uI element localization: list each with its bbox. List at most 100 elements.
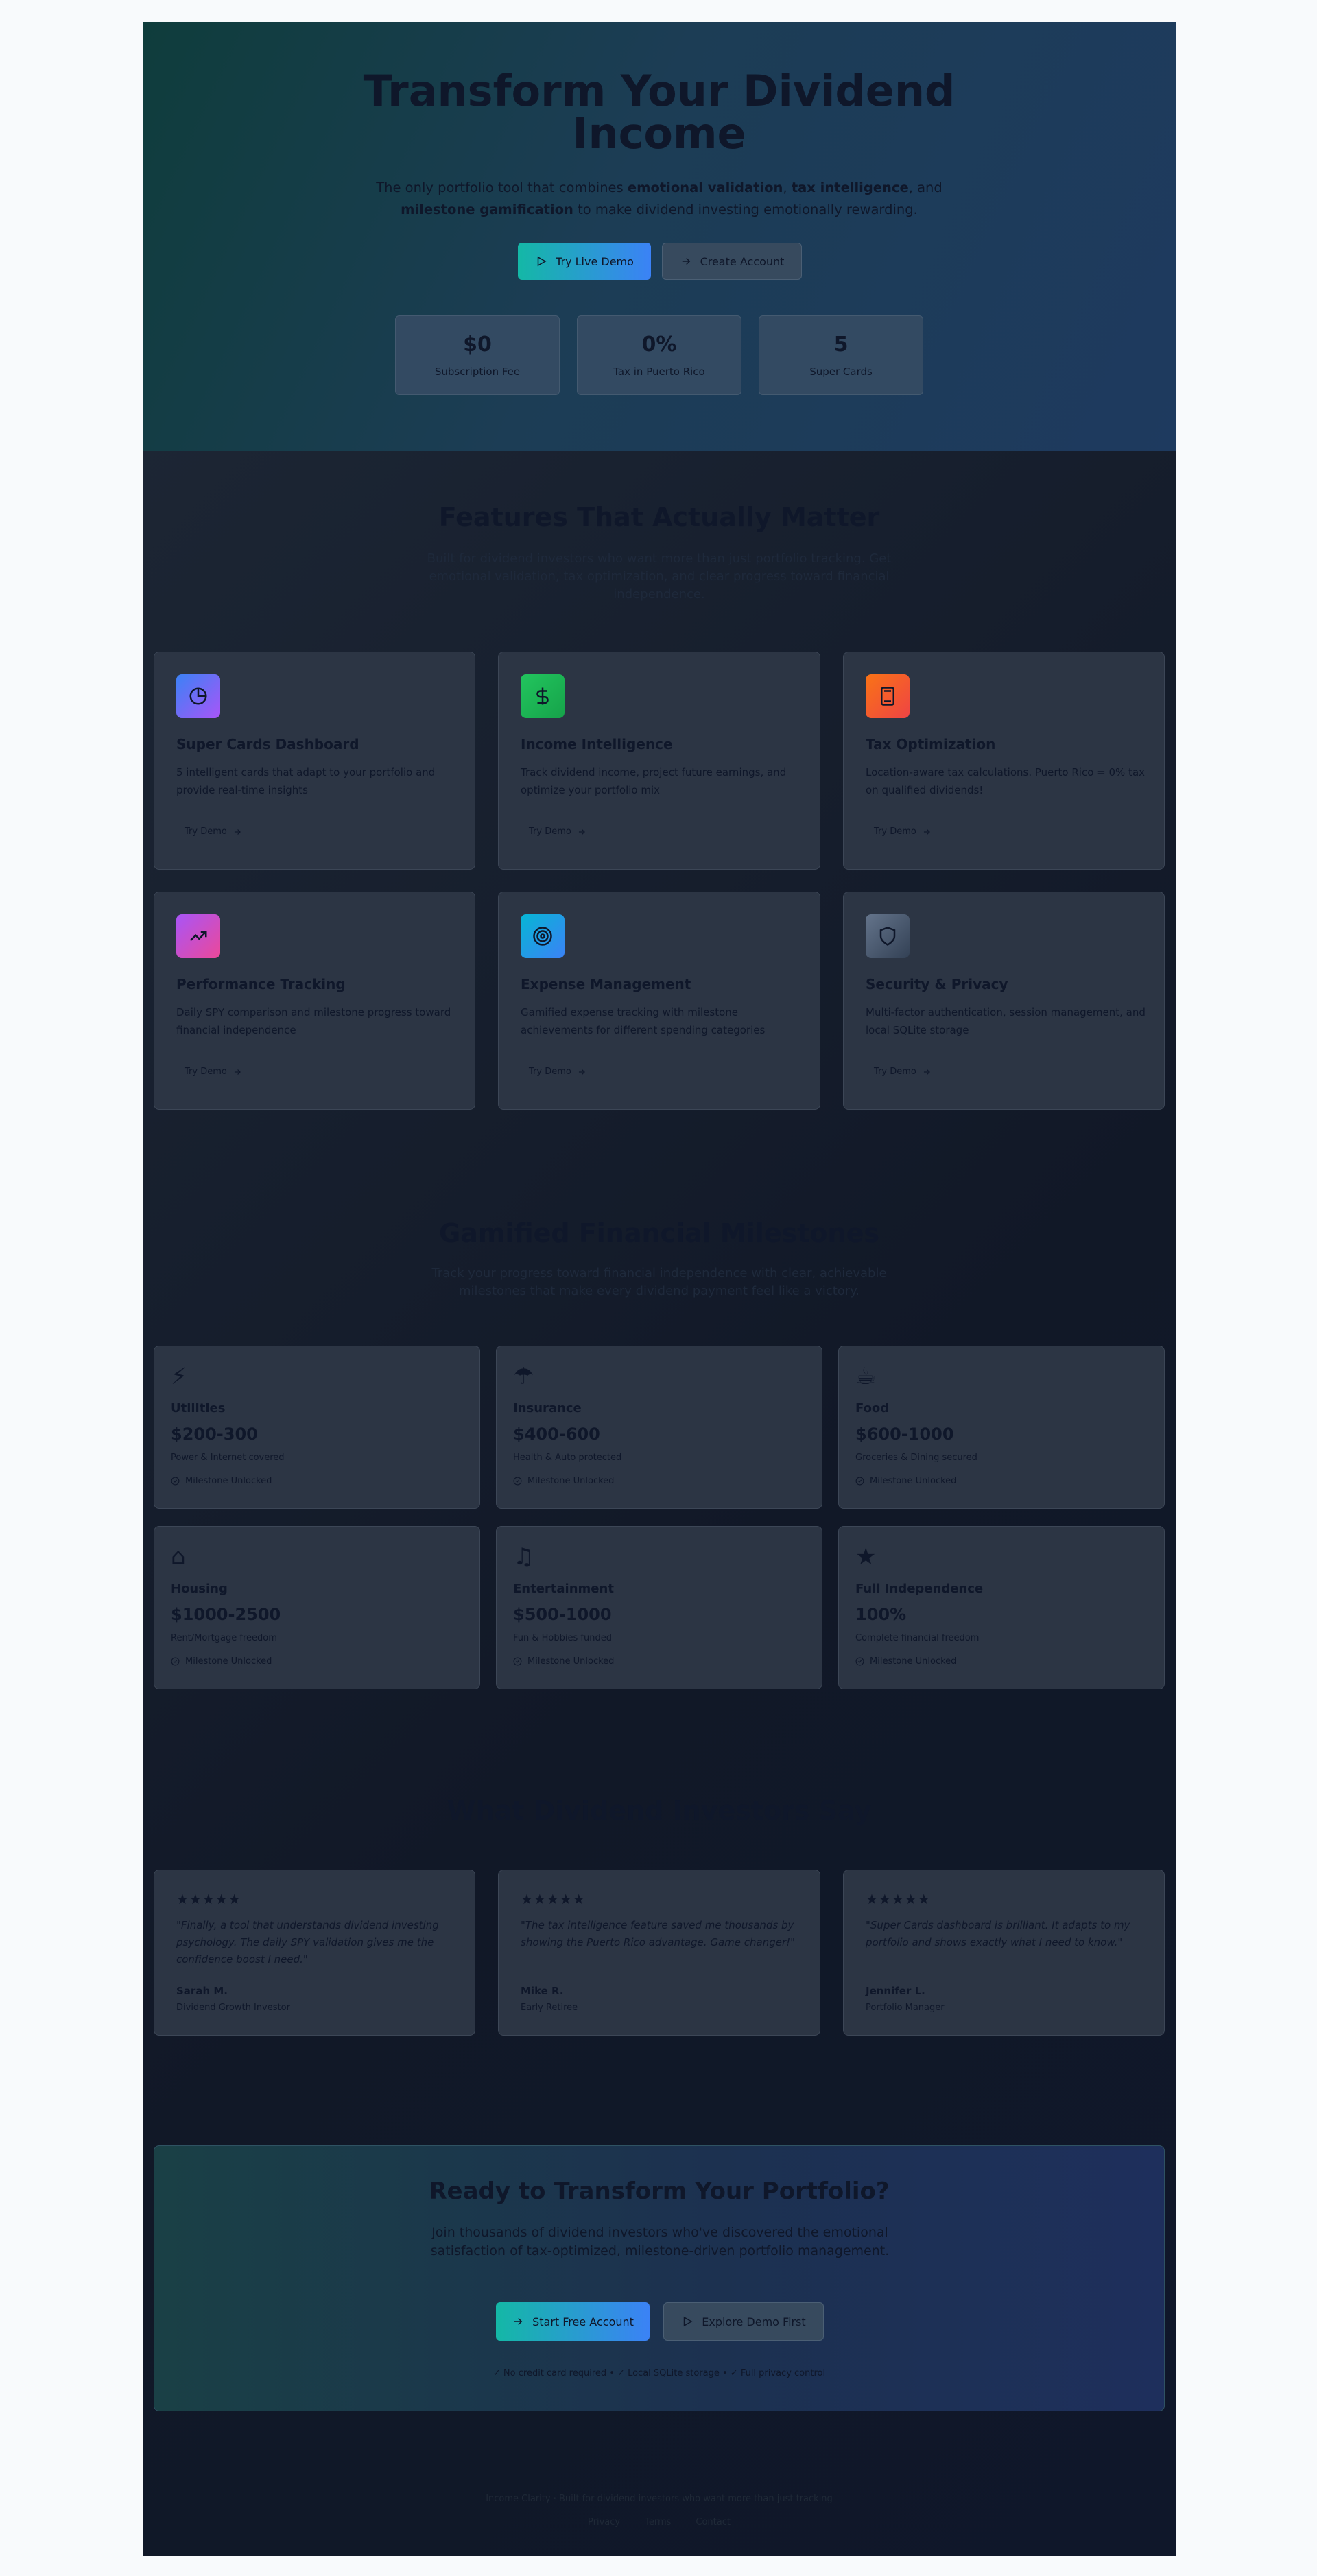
target-icon <box>521 914 565 958</box>
start-free-account-label: Start Free Account <box>532 2315 634 2328</box>
milestone-status-label: Milestone Unlocked <box>870 1476 957 1486</box>
calculator-icon <box>866 674 910 718</box>
entertainment-icon: ♫ <box>513 1543 534 1571</box>
try-demo-link[interactable]: Try Demo <box>185 826 242 837</box>
start-free-account-button[interactable]: Start Free Account <box>496 2302 650 2341</box>
check-circle-icon <box>855 1657 864 1666</box>
milestone-status: Milestone Unlocked <box>855 1656 956 1667</box>
feature-description: Daily SPY comparison and milestone progr… <box>176 1006 451 1036</box>
milestone-title: Insurance <box>513 1401 582 1416</box>
milestone-title: Housing <box>171 1582 228 1596</box>
testimonial-quote: "Finally, a tool that understands divide… <box>176 1919 439 1966</box>
try-demo-label: Try Demo <box>185 1066 227 1077</box>
milestone-description: Rent/Mortgage freedom <box>171 1633 277 1643</box>
milestone-card-utilities: ⚡ Utilities $200-300 Power & Internet co… <box>154 1346 480 1509</box>
milestone-range: $600-1000 <box>855 1424 954 1444</box>
footer-link-privacy[interactable]: Privacy <box>588 2517 620 2527</box>
housing-icon: ⌂ <box>171 1543 186 1571</box>
milestone-status: Milestone Unlocked <box>855 1476 956 1486</box>
play-icon <box>684 2316 693 2327</box>
cta-note: ✓ No credit card required • ✓ Local SQLi… <box>493 2368 826 2378</box>
arrow-right-icon <box>682 257 690 265</box>
feature-description: Multi-factor authentication, session man… <box>866 1006 1146 1036</box>
arrow-right-icon <box>578 828 585 835</box>
testimonial-author: Jennifer L. <box>866 1985 925 1997</box>
feature-title: Super Cards Dashboard <box>176 736 359 752</box>
create-account-label: Create Account <box>700 254 785 268</box>
try-demo-link[interactable]: Try Demo <box>185 1066 242 1077</box>
testimonial-card: ★★★★★ "Super Cards dashboard is brillian… <box>843 1870 1165 2036</box>
hero-subtitle-emphasis: emotional validation <box>627 180 783 195</box>
shield-icon <box>866 914 910 958</box>
footer-link-terms[interactable]: Terms <box>645 2517 671 2527</box>
feature-title: Income Intelligence <box>521 736 673 752</box>
independence-icon: ★ <box>855 1543 877 1571</box>
testimonial-quote: "The tax intelligence feature saved me t… <box>521 1919 796 1948</box>
feature-description: Track dividend income, project future ea… <box>521 766 787 796</box>
check-circle-icon <box>855 1477 864 1486</box>
features-title: Features That Actually Matter <box>438 502 880 532</box>
arrow-right-icon <box>514 2317 523 2326</box>
cta-title: Ready to Transform Your Portfolio? <box>429 2178 890 2205</box>
testimonial-author: Sarah M. <box>176 1985 228 1997</box>
testimonial-role: Dividend Growth Investor <box>176 2003 290 2013</box>
create-account-button[interactable]: Create Account <box>662 243 802 280</box>
try-demo-label: Try Demo <box>874 826 916 837</box>
hero-subtitle-emphasis: milestone gamification <box>401 202 573 217</box>
try-demo-label: Try Demo <box>529 826 571 837</box>
feature-card-security: Security & Privacy Multi-factor authenti… <box>843 892 1165 1110</box>
hero-subtitle: The only portfolio tool that combines em… <box>351 177 968 221</box>
stat-card: 5 Super Cards <box>759 315 923 395</box>
milestone-title: Food <box>855 1401 890 1416</box>
testimonial-quote: "Super Cards dashboard is brilliant. It … <box>866 1919 1130 1948</box>
milestone-description: Groceries & Dining secured <box>855 1453 977 1463</box>
feature-title: Security & Privacy <box>866 976 1008 992</box>
try-demo-label: Try Demo <box>185 826 227 837</box>
milestone-status-label: Milestone Unlocked <box>185 1656 272 1667</box>
star-rating-icon: ★★★★★ <box>521 1891 586 1907</box>
arrow-right-icon <box>234 828 241 835</box>
explore-demo-button[interactable]: Explore Demo First <box>663 2302 824 2341</box>
stat-label: Tax in Puerto Rico <box>613 366 705 378</box>
milestone-range: $1000-2500 <box>171 1605 281 1624</box>
milestone-status-label: Milestone Unlocked <box>527 1656 615 1667</box>
milestone-status: Milestone Unlocked <box>171 1656 272 1667</box>
insurance-icon: ☂ <box>513 1363 534 1390</box>
try-demo-link[interactable]: Try Demo <box>529 826 586 837</box>
feature-card-tax-optimization: Tax Optimization Location-aware tax calc… <box>843 652 1165 870</box>
hero-subtitle-text: The only portfolio tool that combines <box>376 180 628 195</box>
check-circle-icon <box>171 1657 180 1666</box>
try-demo-label: Try Demo <box>529 1066 571 1077</box>
stat-label: Subscription Fee <box>434 366 521 378</box>
milestone-card-food: ☕ Food $600-1000 Groceries & Dining secu… <box>838 1346 1165 1509</box>
cta-subtitle: Join thousands of dividend investors who… <box>430 2225 890 2258</box>
milestone-card-entertainment: ♫ Entertainment $500-1000 Fun & Hobbies … <box>496 1526 822 1689</box>
arrow-right-icon <box>578 1069 585 1075</box>
footer-links: Privacy Terms Contact <box>143 2517 1176 2527</box>
try-demo-link[interactable]: Try Demo <box>874 826 932 837</box>
milestone-card-full-independence: ★ Full Independence 100% Complete financ… <box>838 1526 1165 1689</box>
milestone-status: Milestone Unlocked <box>171 1476 272 1486</box>
try-demo-link[interactable]: Try Demo <box>529 1066 586 1077</box>
explore-demo-label: Explore Demo First <box>702 2315 806 2328</box>
footer-link-contact[interactable]: Contact <box>696 2517 731 2527</box>
feature-description: Location-aware tax calculations. Puerto … <box>866 766 1146 796</box>
hero-subtitle-text: , <box>783 180 792 195</box>
try-demo-label: Try Demo <box>874 1066 916 1077</box>
milestone-range: $200-300 <box>171 1424 258 1444</box>
feature-title: Performance Tracking <box>176 976 346 992</box>
try-demo-link[interactable]: Try Demo <box>874 1066 932 1077</box>
hero-title-line-1: Transform Your Dividend <box>363 66 956 116</box>
stat-label: Super Cards <box>809 366 873 378</box>
utilities-icon: ⚡ <box>171 1363 187 1390</box>
testimonial-role: Early Retiree <box>521 2003 578 2013</box>
trending-up-icon <box>176 914 220 958</box>
milestone-card-insurance: ☂ Insurance $400-600 Health & Auto prote… <box>496 1346 822 1509</box>
milestone-range: 100% <box>855 1605 907 1624</box>
milestone-status: Milestone Unlocked <box>513 1656 614 1667</box>
feature-description: Gamified expense tracking with milestone… <box>521 1006 766 1036</box>
try-live-demo-button[interactable]: Try Live Demo <box>518 243 651 280</box>
feature-title: Expense Management <box>521 976 691 992</box>
feature-card-super-cards: Super Cards Dashboard 5 intelligent card… <box>154 652 475 870</box>
feature-title: Tax Optimization <box>866 736 996 752</box>
